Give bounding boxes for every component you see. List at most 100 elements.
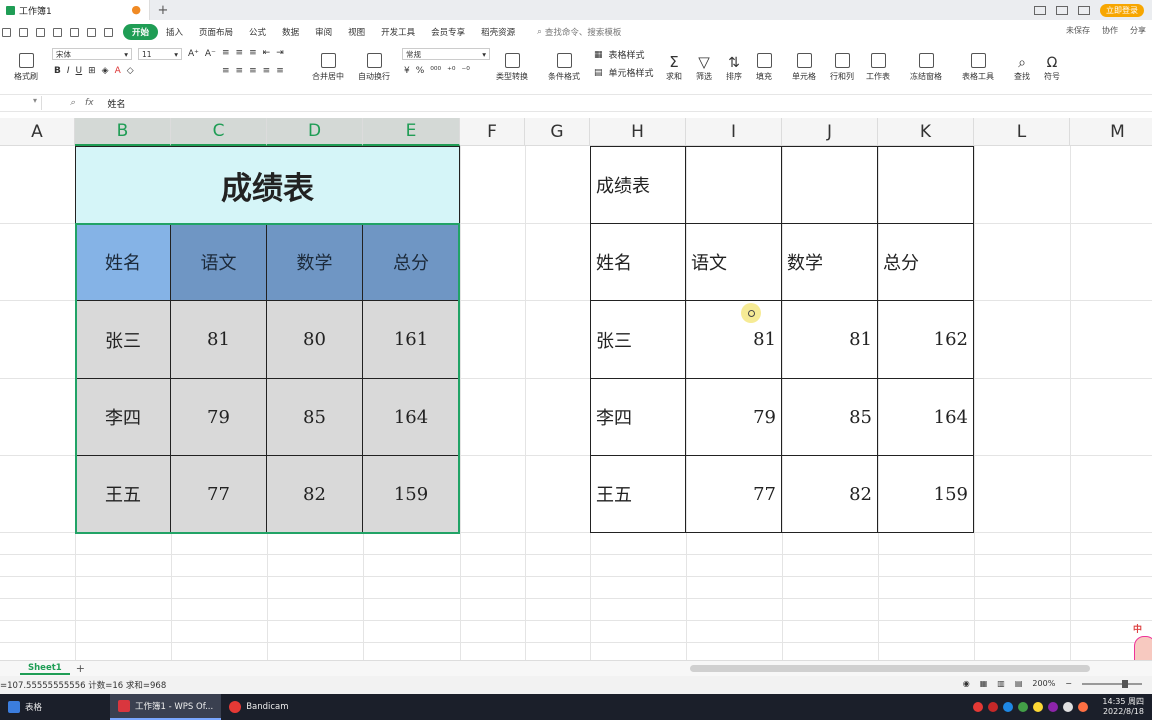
- plain-header-chinese[interactable]: 语文: [686, 224, 782, 301]
- sum-button[interactable]: Σ 求和: [666, 46, 682, 82]
- worksheet-grid[interactable]: A B C D E F G H I J K L M 成绩表 姓名 语文 数学 总…: [0, 118, 1152, 660]
- document-tab[interactable]: 工作簿1 ●: [0, 0, 150, 20]
- column-header-j[interactable]: J: [782, 118, 878, 146]
- align-right-icon[interactable]: ≡: [249, 66, 257, 76]
- conditional-format-button[interactable]: 条件格式: [548, 46, 580, 82]
- increase-decimal-icon[interactable]: ⁺⁰: [447, 66, 455, 76]
- decrease-decimal-icon[interactable]: ⁻⁰: [461, 66, 469, 76]
- table-cell[interactable]: 王五: [590, 456, 686, 533]
- zoom-out-icon[interactable]: −: [1065, 679, 1072, 688]
- redo-icon[interactable]: [104, 27, 113, 37]
- table-style-button[interactable]: ▦ 表格样式: [594, 48, 645, 62]
- column-header-l[interactable]: L: [974, 118, 1070, 146]
- column-header-c[interactable]: C: [171, 118, 267, 146]
- table-cell[interactable]: 164: [878, 379, 974, 456]
- table-cell[interactable]: 张三: [590, 301, 686, 379]
- login-button[interactable]: 立即登录: [1100, 3, 1144, 17]
- increase-font-icon[interactable]: A⁺: [188, 49, 199, 59]
- collaborate-button[interactable]: 协作: [1102, 25, 1118, 36]
- header-cell-chinese[interactable]: 语文: [171, 224, 267, 301]
- undo-icon[interactable]: [87, 27, 96, 37]
- table-cell[interactable]: 159: [363, 456, 460, 533]
- empty-cell[interactable]: [782, 146, 878, 224]
- print-icon[interactable]: [53, 27, 62, 37]
- currency-icon[interactable]: ¥: [404, 66, 410, 76]
- tray-icon[interactable]: [988, 702, 998, 712]
- distribute-icon[interactable]: ≡: [276, 66, 284, 76]
- find-button[interactable]: ⌕ 查找: [1014, 46, 1030, 82]
- table-cell[interactable]: 82: [267, 456, 363, 533]
- font-name-select[interactable]: 宋体 ▾: [52, 48, 132, 60]
- table-cell[interactable]: 77: [686, 456, 782, 533]
- table-cell[interactable]: 79: [171, 379, 267, 456]
- eye-icon[interactable]: ◉: [963, 679, 970, 688]
- table-cell[interactable]: 82: [782, 456, 878, 533]
- worksheet-button[interactable]: 工作表: [866, 46, 890, 82]
- thousands-icon[interactable]: ⁰⁰⁰: [430, 66, 441, 76]
- format-painter-button[interactable]: 格式刷: [14, 46, 38, 82]
- empty-cell[interactable]: [878, 146, 974, 224]
- add-sheet-button[interactable]: +: [76, 662, 85, 675]
- cell-button[interactable]: 单元格: [792, 46, 816, 82]
- column-header-a[interactable]: A: [0, 118, 75, 146]
- page-layout-view-icon[interactable]: ▥: [997, 679, 1005, 688]
- percent-icon[interactable]: %: [416, 66, 425, 76]
- freeze-panes-button[interactable]: 冻结窗格: [910, 46, 942, 82]
- table-cell[interactable]: 李四: [75, 379, 171, 456]
- fill-button[interactable]: 填充: [756, 46, 772, 82]
- tray-icon[interactable]: [1003, 702, 1013, 712]
- menu-insert[interactable]: 插入: [158, 26, 191, 38]
- table-cell[interactable]: 77: [171, 456, 267, 533]
- column-header-k[interactable]: K: [878, 118, 974, 146]
- zoom-formula-icon[interactable]: ⌕: [70, 98, 75, 108]
- formula-input[interactable]: 姓名: [108, 97, 126, 110]
- align-middle-icon[interactable]: ≡: [236, 48, 244, 58]
- type-convert-button[interactable]: 类型转换: [496, 46, 528, 82]
- align-center-icon[interactable]: ≡: [236, 66, 244, 76]
- underline-icon[interactable]: U: [76, 66, 83, 76]
- table-cell[interactable]: 162: [878, 301, 974, 379]
- column-header-h[interactable]: H: [590, 118, 686, 146]
- row-col-button[interactable]: 行和列: [830, 46, 854, 82]
- table-cell[interactable]: 81: [686, 301, 782, 379]
- symbol-button[interactable]: Ω 符号: [1044, 46, 1060, 82]
- taskbar-clock[interactable]: 14:35 周四 2022/8/18: [1102, 697, 1144, 717]
- file-menu-icon[interactable]: [2, 27, 11, 37]
- tray-icon[interactable]: [1018, 702, 1028, 712]
- fill-color-icon[interactable]: ◈: [102, 66, 109, 76]
- table-cell[interactable]: 81: [782, 301, 878, 379]
- decrease-font-icon[interactable]: A⁻: [205, 49, 216, 59]
- grid-icon[interactable]: [1056, 5, 1068, 15]
- menu-developer[interactable]: 开发工具: [373, 26, 423, 38]
- tray-icon[interactable]: [1078, 702, 1088, 712]
- table-cell[interactable]: 81: [171, 301, 267, 379]
- zoom-slider[interactable]: [1082, 679, 1142, 688]
- menu-home[interactable]: 开始: [123, 24, 159, 40]
- table-cell[interactable]: 164: [363, 379, 460, 456]
- table-tools-button[interactable]: 表格工具: [962, 46, 994, 82]
- share-button[interactable]: 分享: [1130, 25, 1146, 36]
- table-cell[interactable]: 张三: [75, 301, 171, 379]
- wrap-text-button[interactable]: 自动换行: [358, 46, 390, 82]
- table-cell[interactable]: 85: [782, 379, 878, 456]
- tray-icon[interactable]: [1048, 702, 1058, 712]
- menu-page-layout[interactable]: 页面布局: [191, 26, 241, 38]
- plain-header-name[interactable]: 姓名: [590, 224, 686, 301]
- table-cell[interactable]: 李四: [590, 379, 686, 456]
- filter-button[interactable]: ▽ 筛选: [696, 46, 712, 82]
- align-top-icon[interactable]: ≡: [222, 48, 230, 58]
- merge-center-button[interactable]: 合并居中: [312, 46, 344, 82]
- sheet-tab-sheet1[interactable]: Sheet1: [20, 663, 70, 675]
- page-break-view-icon[interactable]: ▤: [1015, 679, 1023, 688]
- table-cell[interactable]: 85: [267, 379, 363, 456]
- align-bottom-icon[interactable]: ≡: [249, 48, 257, 58]
- bold-icon[interactable]: B: [54, 66, 61, 76]
- empty-cell[interactable]: [686, 146, 782, 224]
- font-color-icon[interactable]: A: [115, 66, 121, 76]
- column-header-d[interactable]: D: [267, 118, 363, 146]
- italic-icon[interactable]: I: [67, 66, 70, 76]
- table-cell[interactable]: 80: [267, 301, 363, 379]
- column-header-b[interactable]: B: [75, 118, 171, 146]
- indent-icon[interactable]: ⇤: [263, 48, 271, 58]
- layout-icon[interactable]: [1034, 5, 1046, 15]
